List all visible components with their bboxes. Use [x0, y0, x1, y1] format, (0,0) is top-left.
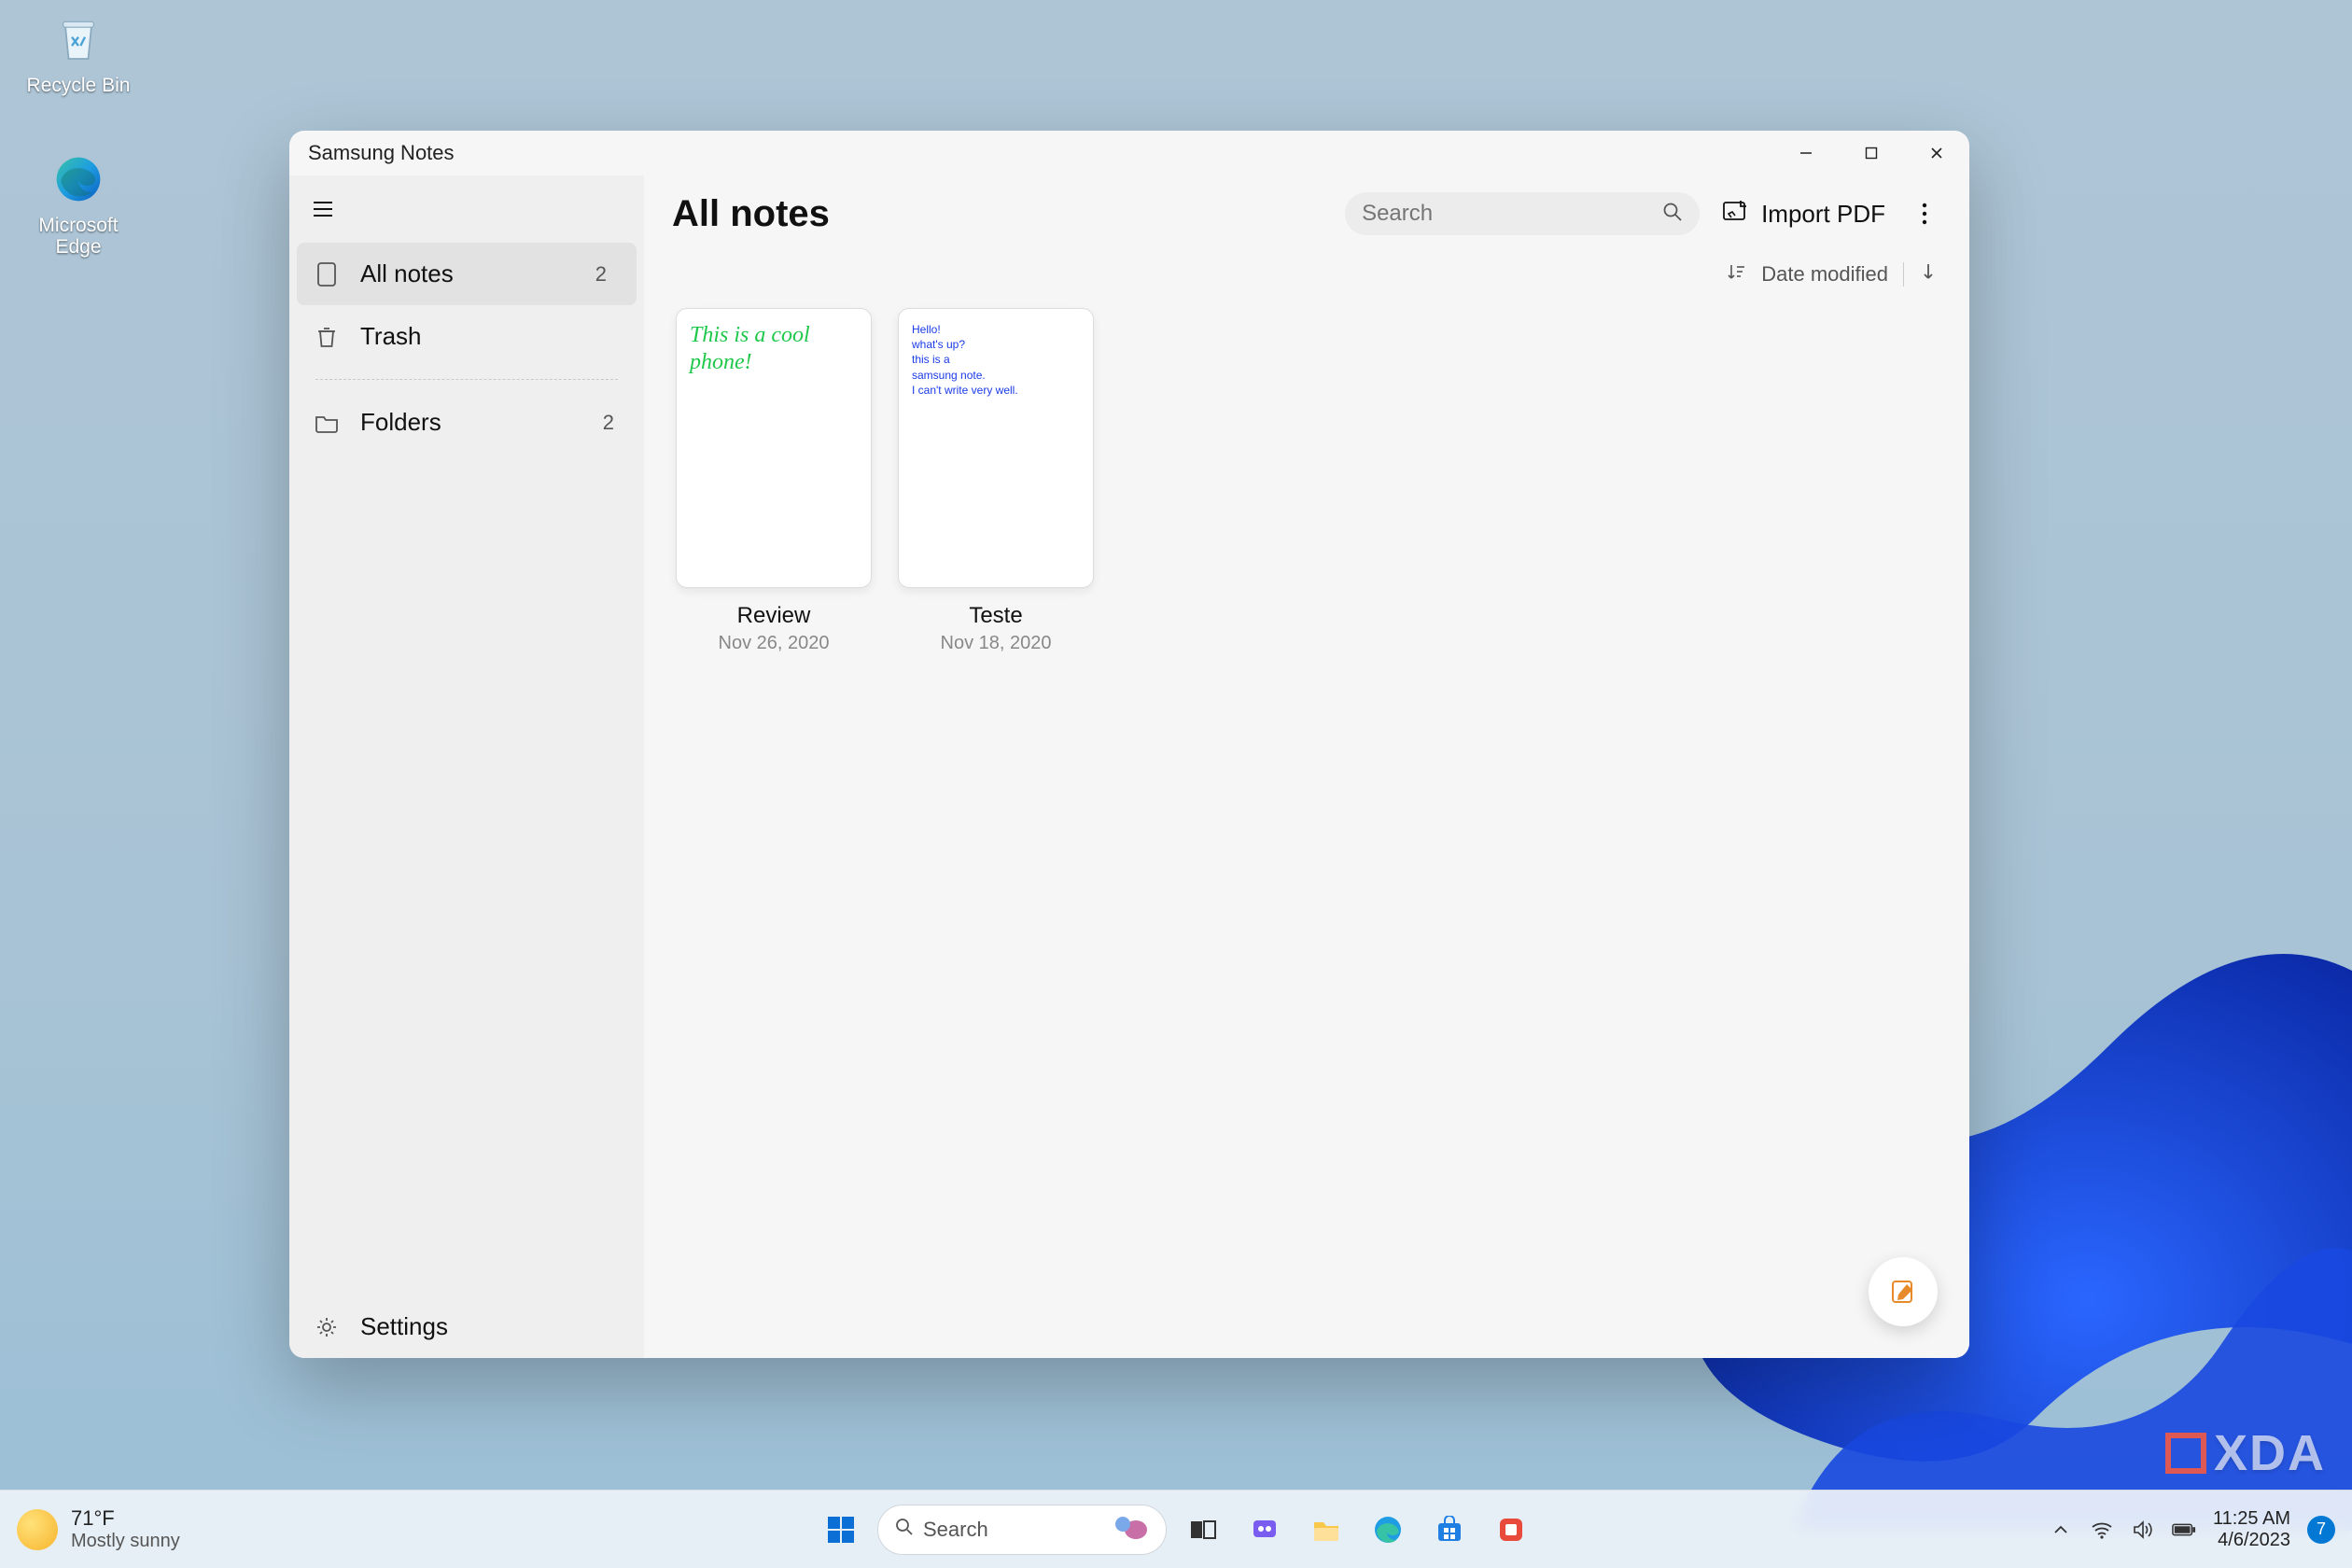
taskbar-search[interactable]: Search — [877, 1505, 1167, 1555]
note-preview: Hello! what's up? this is a samsung note… — [912, 322, 1080, 398]
sort-divider — [1903, 262, 1904, 287]
gear-icon — [314, 1314, 340, 1340]
desktop-icon-label: Microsoft Edge — [13, 215, 144, 258]
desktop-icon-label: Recycle Bin — [13, 75, 144, 96]
window-minimize-button[interactable] — [1773, 131, 1839, 175]
start-button[interactable] — [816, 1505, 866, 1555]
task-view-button[interactable] — [1178, 1505, 1228, 1555]
sidebar-item-count: 2 — [595, 262, 612, 287]
sidebar-item-all-notes[interactable]: All notes 2 — [297, 243, 637, 305]
note-title: Teste — [969, 603, 1022, 629]
taskbar-app-generic[interactable] — [1486, 1505, 1536, 1555]
wifi-icon[interactable] — [2090, 1518, 2114, 1542]
taskbar-app-edge[interactable] — [1363, 1505, 1413, 1555]
search-highlight-icon — [1108, 1513, 1149, 1547]
weather-condition: Mostly sunny — [71, 1531, 180, 1551]
sort-label[interactable]: Date modified — [1761, 262, 1888, 287]
taskbar-search-placeholder: Search — [923, 1518, 988, 1542]
volume-icon[interactable] — [2131, 1518, 2155, 1542]
sidebar-item-trash[interactable]: Trash — [289, 305, 644, 368]
search-icon — [1662, 202, 1683, 227]
sort-direction-button[interactable] — [1919, 261, 1938, 287]
note-card[interactable]: This is a cool phone! Review Nov 26, 2020 — [676, 308, 872, 654]
import-pdf-label: Import PDF — [1761, 200, 1885, 229]
notes-grid: This is a cool phone! Review Nov 26, 2020 H… — [644, 297, 1969, 665]
note-date: Nov 18, 2020 — [941, 633, 1052, 654]
sort-icon[interactable] — [1726, 261, 1746, 287]
sidebar-item-label: Folders — [360, 408, 441, 437]
search-input[interactable] — [1362, 201, 1653, 227]
edge-icon — [49, 149, 108, 209]
new-note-fab[interactable] — [1869, 1257, 1938, 1326]
import-pdf-icon — [1722, 199, 1750, 230]
desktop-icon-edge[interactable]: Microsoft Edge — [13, 149, 144, 258]
recycle-bin-icon — [49, 9, 108, 69]
desktop-icon-recycle-bin[interactable]: Recycle Bin — [13, 9, 144, 96]
samsung-notes-window: Samsung Notes All notes 2 — [289, 131, 1969, 1358]
sidebar-item-folders[interactable]: Folders 2 — [289, 391, 644, 454]
search-icon — [895, 1518, 914, 1542]
hamburger-menu-button[interactable] — [306, 192, 340, 226]
titlebar[interactable]: Samsung Notes — [289, 131, 1969, 175]
notification-badge[interactable]: 7 — [2307, 1516, 2335, 1544]
note-icon — [314, 261, 340, 287]
tray-chevron-icon[interactable] — [2049, 1518, 2073, 1542]
sidebar-item-label: Trash — [360, 322, 422, 351]
sidebar: All notes 2 Trash Folders 2 — [289, 175, 644, 1358]
window-close-button[interactable] — [1904, 131, 1969, 175]
xda-watermark: XDA — [2165, 1424, 2326, 1482]
clock-time: 11:25 AM — [2213, 1508, 2290, 1530]
window-title: Samsung Notes — [308, 141, 455, 165]
note-card[interactable]: Hello! what's up? this is a samsung note… — [898, 308, 1094, 654]
note-preview: This is a cool phone! — [690, 322, 858, 376]
search-box[interactable] — [1345, 192, 1700, 235]
xda-logo-icon — [2165, 1433, 2206, 1474]
note-date: Nov 26, 2020 — [719, 633, 830, 654]
sidebar-item-count: 2 — [603, 411, 620, 435]
taskbar: 71°F Mostly sunny Search 11:25 AM 4/6/20… — [0, 1490, 2352, 1568]
sidebar-item-label: All notes — [360, 259, 454, 288]
note-title: Review — [737, 603, 811, 629]
taskbar-weather[interactable]: 71°F Mostly sunny — [17, 1507, 180, 1550]
sidebar-item-label: Settings — [360, 1312, 448, 1341]
taskbar-app-explorer[interactable] — [1301, 1505, 1351, 1555]
import-pdf-button[interactable]: Import PDF — [1718, 193, 1889, 235]
clock-date: 4/6/2023 — [2213, 1530, 2290, 1551]
folder-icon — [314, 410, 340, 436]
sidebar-item-settings[interactable]: Settings — [289, 1295, 644, 1358]
window-maximize-button[interactable] — [1839, 131, 1904, 175]
taskbar-app-chat[interactable] — [1239, 1505, 1290, 1555]
weather-temp: 71°F — [71, 1507, 180, 1530]
sidebar-divider — [315, 379, 618, 380]
taskbar-clock[interactable]: 11:25 AM 4/6/2023 — [2213, 1508, 2290, 1551]
trash-icon — [314, 324, 340, 350]
page-title: All notes — [672, 193, 830, 235]
weather-icon — [17, 1509, 58, 1550]
taskbar-app-store[interactable] — [1424, 1505, 1475, 1555]
main-pane: All notes Import PDF Date modified — [644, 175, 1969, 1358]
more-options-button[interactable] — [1908, 197, 1941, 231]
battery-icon[interactable] — [2172, 1518, 2196, 1542]
